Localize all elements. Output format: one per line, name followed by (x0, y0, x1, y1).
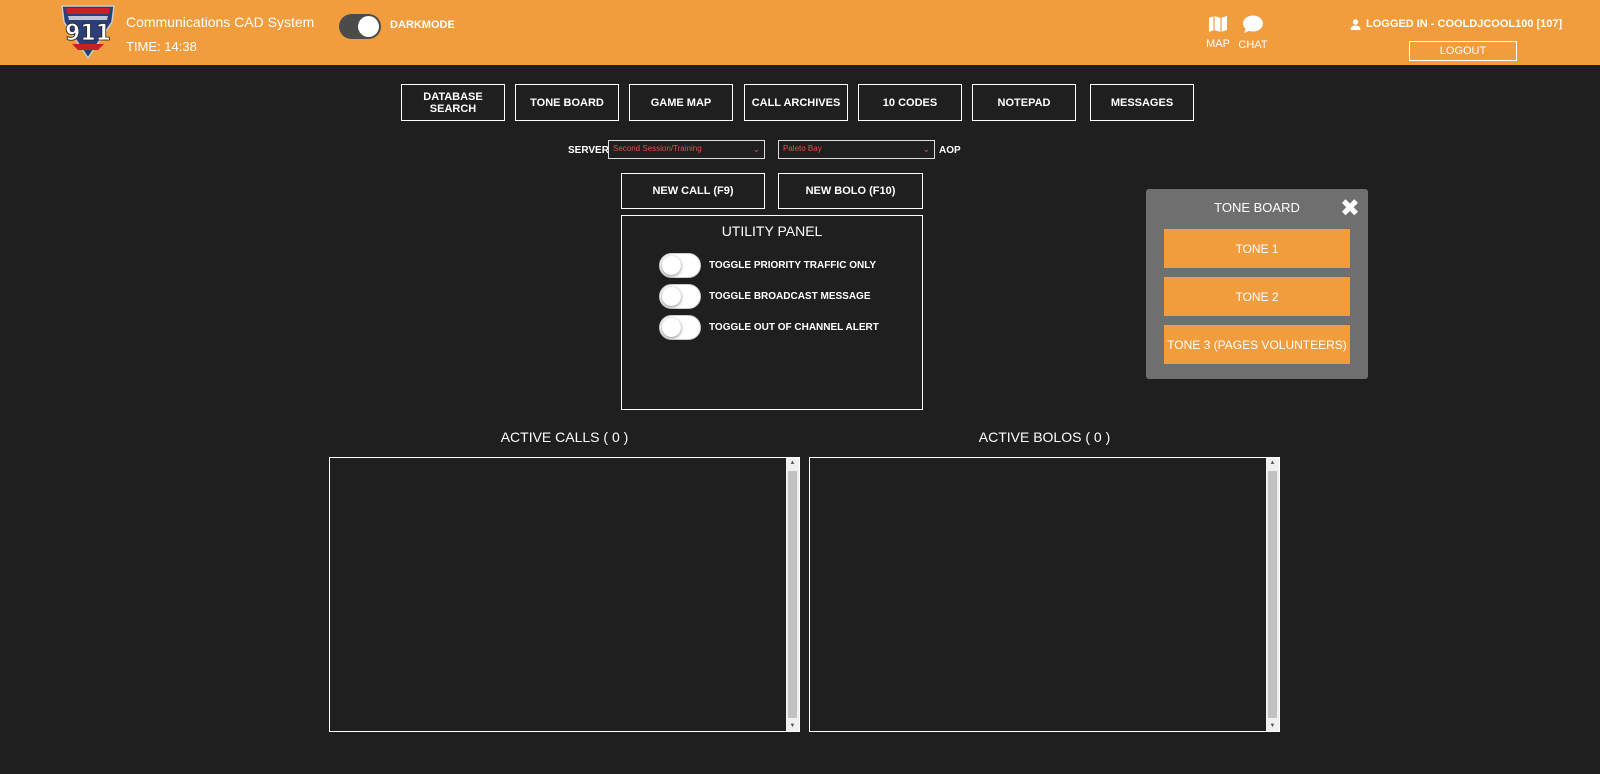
active-bolos-title: ACTIVE BOLOS ( 0 ) (978, 429, 1111, 445)
toggle-knob (662, 256, 681, 275)
chevron-down-icon: ⌄ (922, 144, 930, 154)
aop-select[interactable]: Paleto Bay ⌄ (778, 140, 935, 159)
scrollbar-thumb[interactable] (788, 471, 797, 718)
logged-in-user: LOGGED IN - COOLDJCOOL100 [107] (1350, 18, 1562, 30)
toggle-knob (358, 16, 379, 37)
911-dispatch-logo: 911 (58, 2, 118, 60)
server-label: SERVER (568, 145, 609, 156)
clock-time: TIME: 14:38 (126, 39, 197, 54)
utility-panel: UTILITY PANEL TOGGLE PRIORITY TRAFFIC ON… (621, 215, 923, 410)
notepad-button[interactable]: NOTEPAD (972, 84, 1076, 121)
user-label-text: LOGGED IN - COOLDJCOOL100 [107] (1366, 18, 1563, 30)
priority-traffic-label: TOGGLE PRIORITY TRAFFIC ONLY (709, 260, 877, 271)
scrollbar-thumb[interactable] (1268, 471, 1277, 718)
new-bolo-button[interactable]: NEW BOLO (F10) (778, 173, 923, 209)
tone-2-button[interactable]: TONE 2 (1164, 277, 1350, 316)
scroll-up-icon[interactable]: ▲ (1266, 460, 1279, 466)
priority-traffic-row: TOGGLE PRIORITY TRAFFIC ONLY (659, 253, 876, 278)
active-calls-title: ACTIVE CALLS ( 0 ) (500, 429, 629, 445)
tone-board-title: TONE BOARD (1214, 200, 1300, 215)
scrollbar[interactable]: ▲ ▼ (1266, 458, 1279, 731)
scroll-down-icon[interactable]: ▼ (1266, 723, 1279, 729)
server-select-value: Second Session/Training (613, 144, 702, 153)
broadcast-message-label: TOGGLE BROADCAST MESSAGE (709, 291, 871, 302)
tone-board-button[interactable]: TONE BOARD (515, 84, 619, 121)
ten-codes-button[interactable]: 10 CODES (858, 84, 962, 121)
darkmode-label: DARKMODE (390, 19, 455, 31)
scroll-down-icon[interactable]: ▼ (786, 723, 799, 729)
app-title: Communications CAD System (126, 14, 315, 30)
new-call-button[interactable]: NEW CALL (F9) (621, 173, 765, 209)
out-of-channel-toggle[interactable] (659, 315, 701, 340)
logout-button[interactable]: LOGOUT (1409, 41, 1517, 61)
chat-label: CHAT (1238, 39, 1268, 51)
chat-icon (1243, 15, 1263, 33)
call-archives-button[interactable]: CALL ARCHIVES (744, 84, 848, 121)
chevron-down-icon: ⌄ (752, 144, 760, 154)
aop-select-value: Paleto Bay (783, 144, 822, 153)
active-bolos-list[interactable]: ▲ ▼ (809, 457, 1280, 732)
tone-board-popup: TONE BOARD ✖ TONE 1 TONE 2 TONE 3 (PAGES… (1146, 189, 1368, 379)
scrollbar[interactable]: ▲ ▼ (786, 458, 799, 731)
toggle-knob (662, 287, 681, 306)
game-map-button[interactable]: GAME MAP (629, 84, 733, 121)
out-of-channel-label: TOGGLE OUT OF CHANNEL ALERT (709, 322, 879, 333)
messages-button[interactable]: MESSAGES (1090, 84, 1194, 121)
darkmode-toggle[interactable] (339, 14, 381, 39)
chat-nav-button[interactable]: CHAT (1233, 15, 1273, 51)
broadcast-message-row: TOGGLE BROADCAST MESSAGE (659, 284, 871, 309)
server-select[interactable]: Second Session/Training ⌄ (608, 140, 765, 159)
toggle-knob (662, 318, 681, 337)
user-icon (1350, 18, 1361, 30)
tone-3-button[interactable]: TONE 3 (PAGES VOLUNTEERS) (1164, 325, 1350, 364)
aop-label: AOP (939, 145, 961, 156)
scroll-up-icon[interactable]: ▲ (786, 460, 799, 466)
out-of-channel-row: TOGGLE OUT OF CHANNEL ALERT (659, 315, 879, 340)
broadcast-message-toggle[interactable] (659, 284, 701, 309)
close-icon[interactable]: ✖ (1340, 196, 1360, 220)
tone-1-button[interactable]: TONE 1 (1164, 229, 1350, 268)
active-calls-list[interactable]: ▲ ▼ (329, 457, 800, 732)
database-search-button[interactable]: DATABASE SEARCH (401, 84, 505, 121)
svg-text:911: 911 (65, 21, 111, 46)
map-icon (1209, 16, 1227, 32)
top-bar: 911 Communications CAD System TIME: 14:3… (0, 0, 1600, 65)
map-nav-button[interactable]: MAP (1198, 15, 1238, 50)
priority-traffic-toggle[interactable] (659, 253, 701, 278)
utility-panel-title: UTILITY PANEL (721, 223, 823, 239)
map-label: MAP (1206, 38, 1230, 50)
